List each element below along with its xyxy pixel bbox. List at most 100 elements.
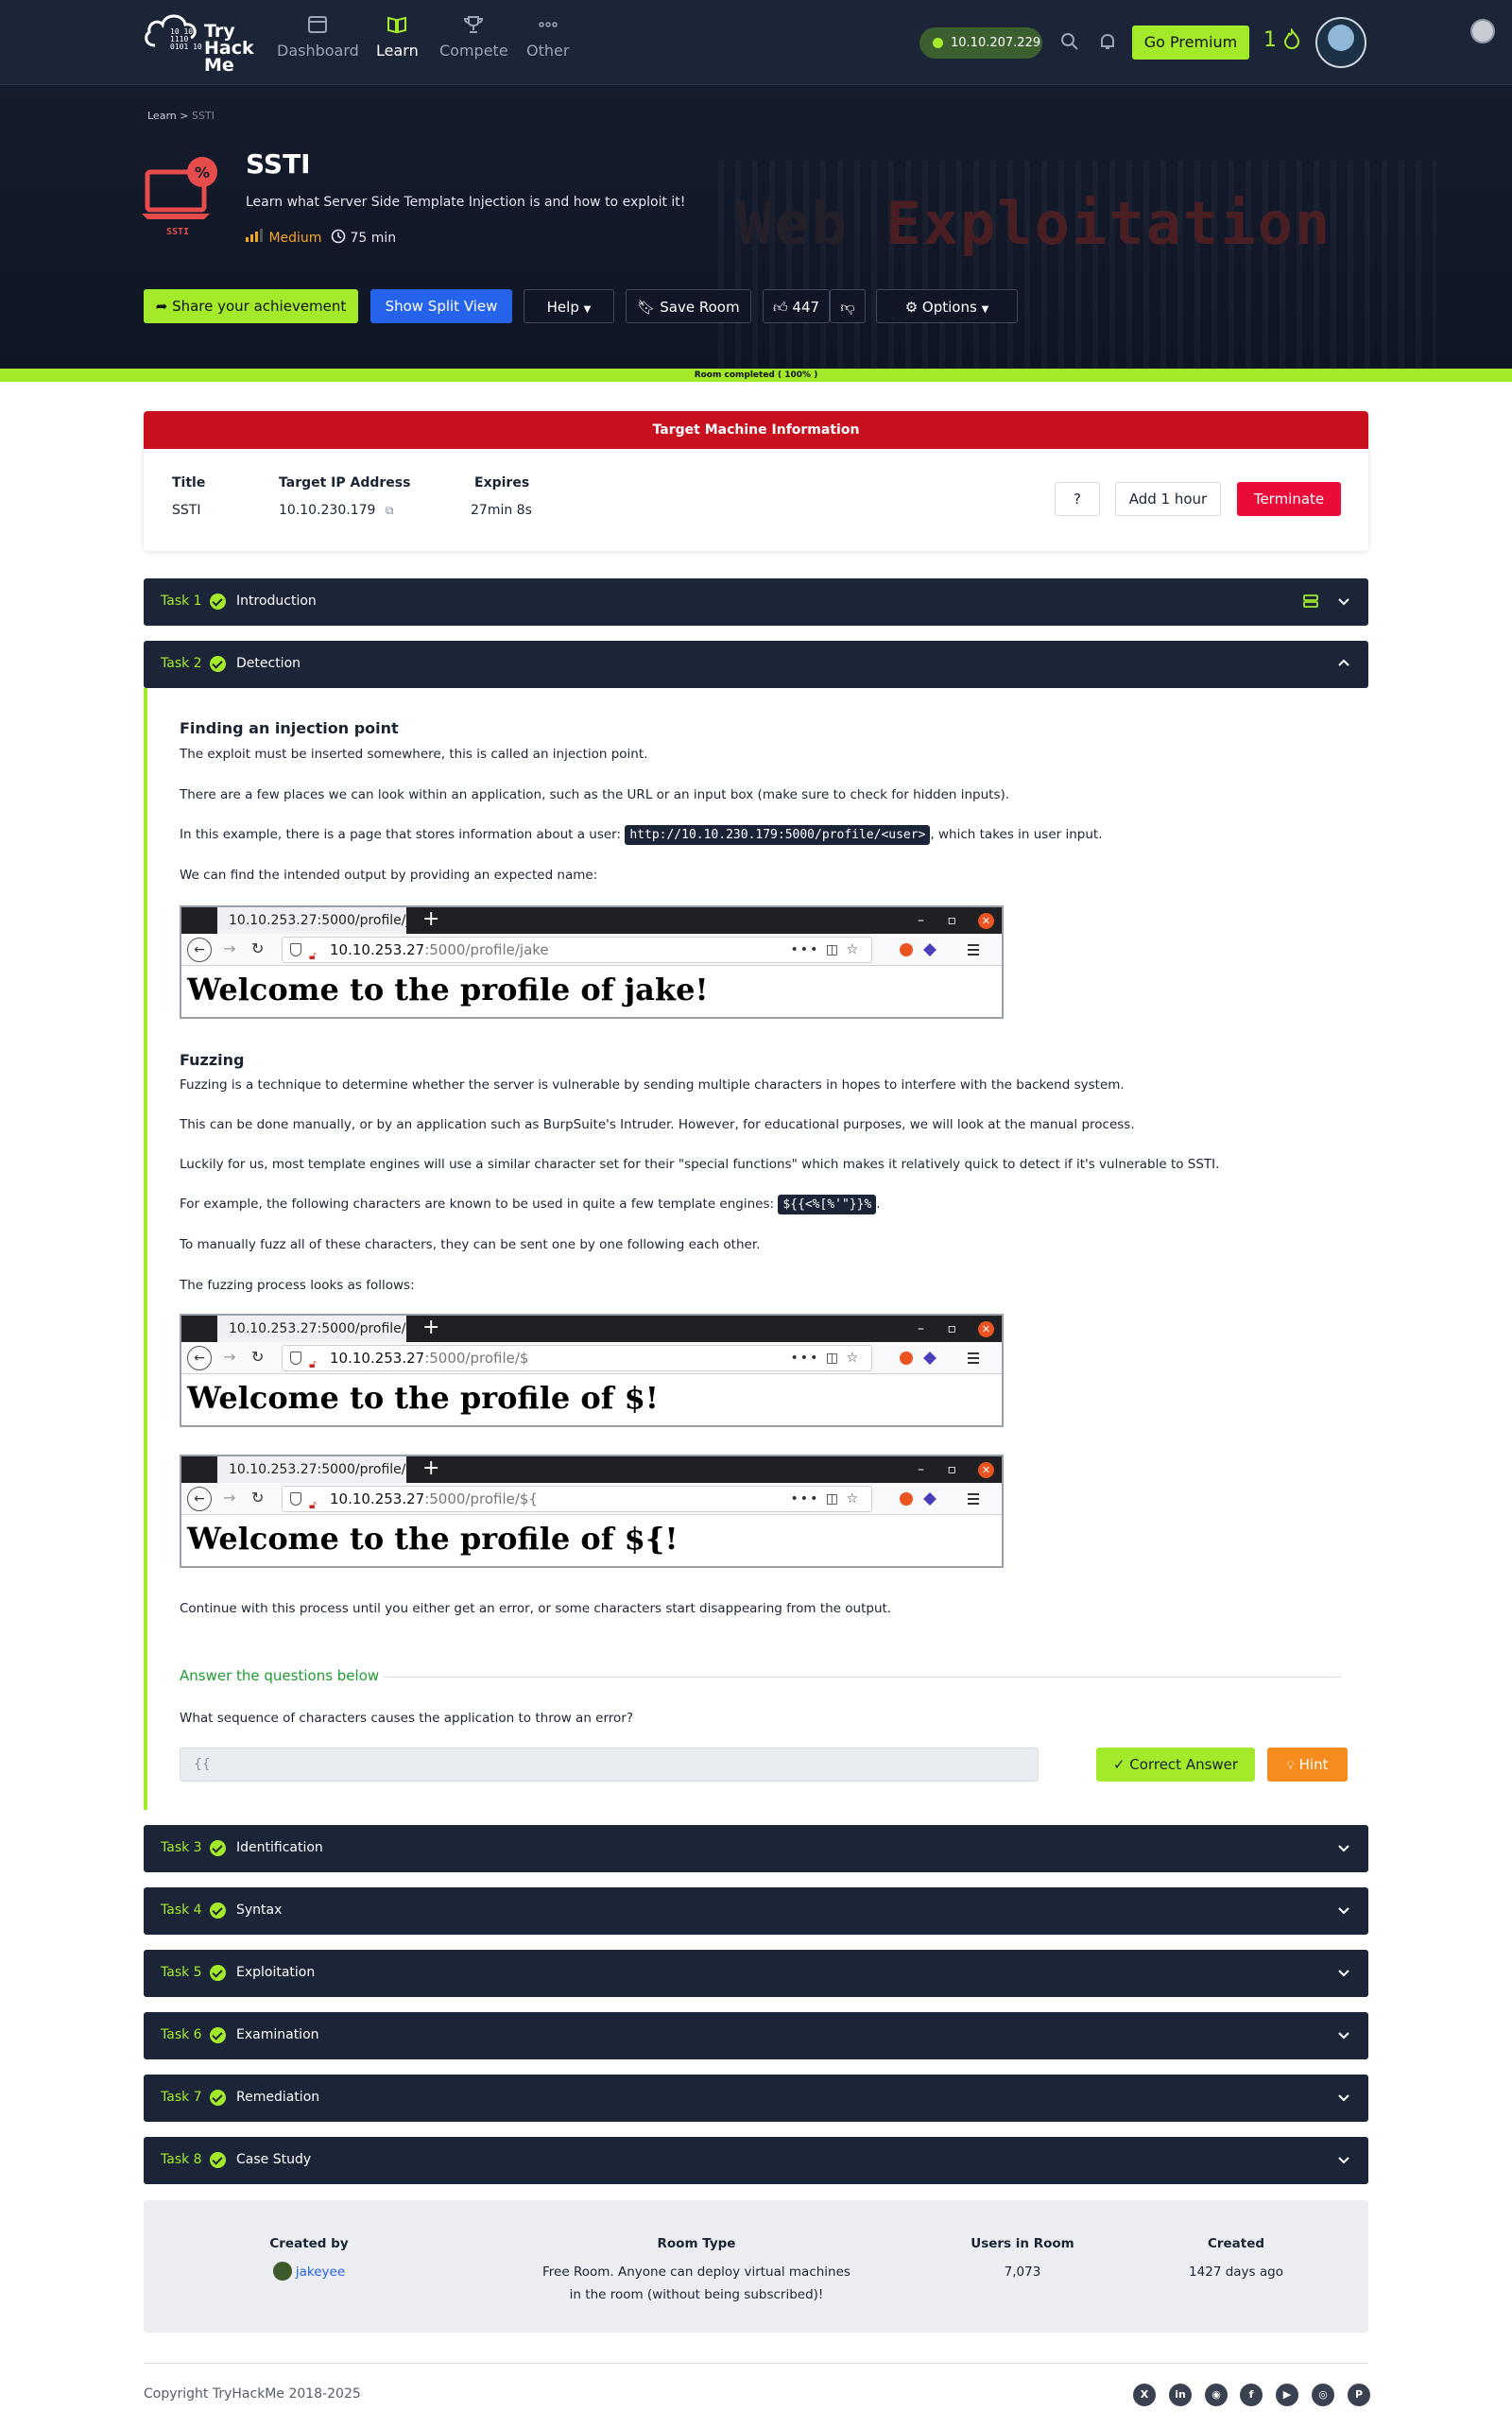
heading-injection-point: Finding an injection point: [180, 719, 399, 737]
title-value: SSTI: [172, 503, 201, 518]
task-3-header[interactable]: Task 3 Identification: [144, 1825, 1368, 1872]
extension-icons: [900, 1352, 979, 1365]
browser-tabbar: 10.10.253.27:5000/profile/$ + – ▫ ✕: [181, 1456, 1002, 1483]
youtube-icon[interactable]: ▶: [1276, 2384, 1298, 2406]
streak-counter[interactable]: 1: [1263, 26, 1300, 52]
ellipsis-icon: ••• ◫ ☆: [790, 1491, 860, 1507]
author[interactable]: jakeyee: [238, 2261, 380, 2283]
save-room-button[interactable]: 🔖︎ Save Room: [626, 289, 751, 323]
chevron-down-icon[interactable]: [1336, 2090, 1351, 2105]
share-achievement-button[interactable]: ➦ Share your achievement: [144, 289, 358, 323]
vpn-ip-badge[interactable]: 10.10.207.229: [919, 27, 1042, 59]
chevron-down-icon[interactable]: [1336, 1965, 1351, 1980]
address-bar: 🔓︎ 10.10.253.27:5000/profile/jake ••• ◫ …: [282, 937, 872, 963]
task-7-header[interactable]: Task 7 Remediation: [144, 2075, 1368, 2122]
copyright: Copyright TryHackMe 2018-2025: [144, 2386, 361, 2402]
dislike-button[interactable]: 👎︎: [830, 289, 866, 323]
minimize-icon: –: [918, 1462, 924, 1477]
extension-icons: [900, 943, 979, 956]
chevron-down-icon[interactable]: [1336, 1840, 1351, 1855]
nav-compete-label: Compete: [439, 42, 508, 60]
back-arrow-icon: ←: [187, 1487, 212, 1511]
paragraph-with-code: In this example, there is a page that st…: [180, 825, 1103, 845]
browser-toolbar: ← → ↻ 🔓︎ 10.10.253.27:5000/profile/$ •••…: [181, 1342, 1002, 1374]
divider: [384, 1677, 1342, 1678]
check-icon: ✓: [1112, 1756, 1125, 1773]
bell-icon[interactable]: [1096, 30, 1119, 53]
check-circle-icon: [210, 656, 226, 672]
like-button[interactable]: 👍︎ 447: [763, 289, 830, 323]
maximize-icon: ▫: [947, 913, 957, 928]
answer-input[interactable]: {{: [180, 1748, 1039, 1782]
correct-answer-button[interactable]: ✓ Correct Answer: [1096, 1748, 1255, 1782]
task-4-header[interactable]: Task 4 Syntax: [144, 1887, 1368, 1935]
breadcrumb-learn[interactable]: Learn: [147, 110, 177, 122]
plus-icon: +: [422, 1316, 440, 1339]
task-8-header[interactable]: Task 8 Case Study: [144, 2137, 1368, 2184]
correct-answer-label: Correct Answer: [1129, 1756, 1239, 1773]
chevron-down-icon[interactable]: [1336, 2152, 1351, 2167]
tryhackme-logo[interactable]: 10 10 1110 0101 10 Try Hack Me: [142, 9, 255, 76]
thumbs-down-icon: 👎︎: [840, 299, 855, 316]
task-1-header[interactable]: Task 1 Introduction: [144, 578, 1368, 626]
options-dropdown[interactable]: ⚙ Options ▼: [876, 289, 1018, 323]
author-link[interactable]: jakeyee: [296, 2264, 345, 2280]
task-6-header[interactable]: Task 6 Examination: [144, 2012, 1368, 2059]
discord-icon[interactable]: ◉: [1205, 2384, 1228, 2406]
x-icon[interactable]: X: [1133, 2384, 1156, 2406]
show-split-view-button[interactable]: Show Split View: [370, 289, 512, 323]
room-hero: Web Exploitation Learn > SSTI % SSTI SST…: [0, 85, 1512, 369]
forward-arrow-icon: →: [223, 939, 236, 957]
back-arrow-icon: ←: [187, 1346, 212, 1370]
help-dropdown[interactable]: Help ▼: [524, 289, 614, 323]
go-premium-button[interactable]: Go Premium: [1132, 26, 1249, 60]
facebook-icon[interactable]: f: [1240, 2384, 1263, 2406]
task-name: Exploitation: [236, 1965, 316, 1980]
caret-down-icon: ▼: [981, 304, 989, 315]
address-bar: 🔓︎ 10.10.253.27:5000/profile/$ ••• ◫ ☆: [282, 1345, 872, 1371]
task-2-header[interactable]: Task 2 Detection: [144, 641, 1368, 688]
chevron-down-icon[interactable]: [1336, 2027, 1351, 2042]
insecure-lock-icon: 🔓︎: [309, 1498, 317, 1511]
users-label: Users in Room: [971, 2236, 1074, 2251]
nav-dashboard[interactable]: Dashboard: [277, 15, 359, 60]
user-avatar[interactable]: [1315, 17, 1366, 68]
nav-learn[interactable]: Learn: [376, 15, 419, 60]
task-name: Syntax: [236, 1903, 283, 1918]
address-bar: 🔓︎ 10.10.253.27:5000/profile/${ ••• ◫ ☆: [282, 1486, 872, 1512]
task-2-content: Finding an injection point The exploit m…: [144, 688, 1368, 1810]
target-ip: 10.10.230.179 ⧉: [279, 503, 393, 518]
server-icon[interactable]: [1302, 593, 1319, 610]
logo-text: Try Hack Me: [204, 21, 254, 76]
linkedin-icon[interactable]: in: [1169, 2384, 1192, 2406]
plus-icon: +: [422, 1456, 440, 1480]
footer-divider: [144, 2363, 1368, 2364]
svg-text:%: %: [195, 164, 210, 181]
clock-icon: [331, 229, 346, 244]
nav-other[interactable]: Other: [526, 15, 569, 60]
shield-icon: [290, 943, 301, 956]
chevron-down-icon[interactable]: [1336, 594, 1351, 609]
paragraph: To manually fuzz all of these characters…: [180, 1237, 761, 1252]
nav-compete[interactable]: Compete: [439, 15, 508, 60]
chevron-down-icon[interactable]: [1336, 1903, 1351, 1918]
check-circle-icon: [210, 2152, 226, 2168]
copy-icon[interactable]: ⧉: [386, 504, 394, 517]
pinterest-icon[interactable]: P: [1348, 2384, 1370, 2406]
banner-title: Web Exploitation: [737, 189, 1332, 258]
nav-learn-label: Learn: [376, 42, 419, 60]
terminate-button[interactable]: Terminate: [1237, 482, 1341, 516]
hint-button[interactable]: 💡︎ Hint: [1267, 1748, 1348, 1782]
room-type-label: Room Type: [657, 2236, 736, 2251]
task-number: Task 4: [161, 1903, 202, 1918]
add-hour-button[interactable]: Add 1 hour: [1115, 482, 1221, 516]
profile-circle-icon[interactable]: [1470, 19, 1495, 43]
chevron-up-icon[interactable]: [1336, 656, 1351, 671]
task-5-header[interactable]: Task 5 Exploitation: [144, 1950, 1368, 1997]
top-navbar: 10 10 1110 0101 10 Try Hack Me Dashboard…: [0, 0, 1512, 85]
instagram-icon[interactable]: ◎: [1312, 2384, 1334, 2406]
expires-value: 27min 8s: [471, 503, 532, 518]
paragraph: Continue with this process until you eit…: [180, 1601, 892, 1616]
machine-help-button[interactable]: ?: [1055, 482, 1100, 516]
search-icon[interactable]: [1058, 30, 1081, 53]
